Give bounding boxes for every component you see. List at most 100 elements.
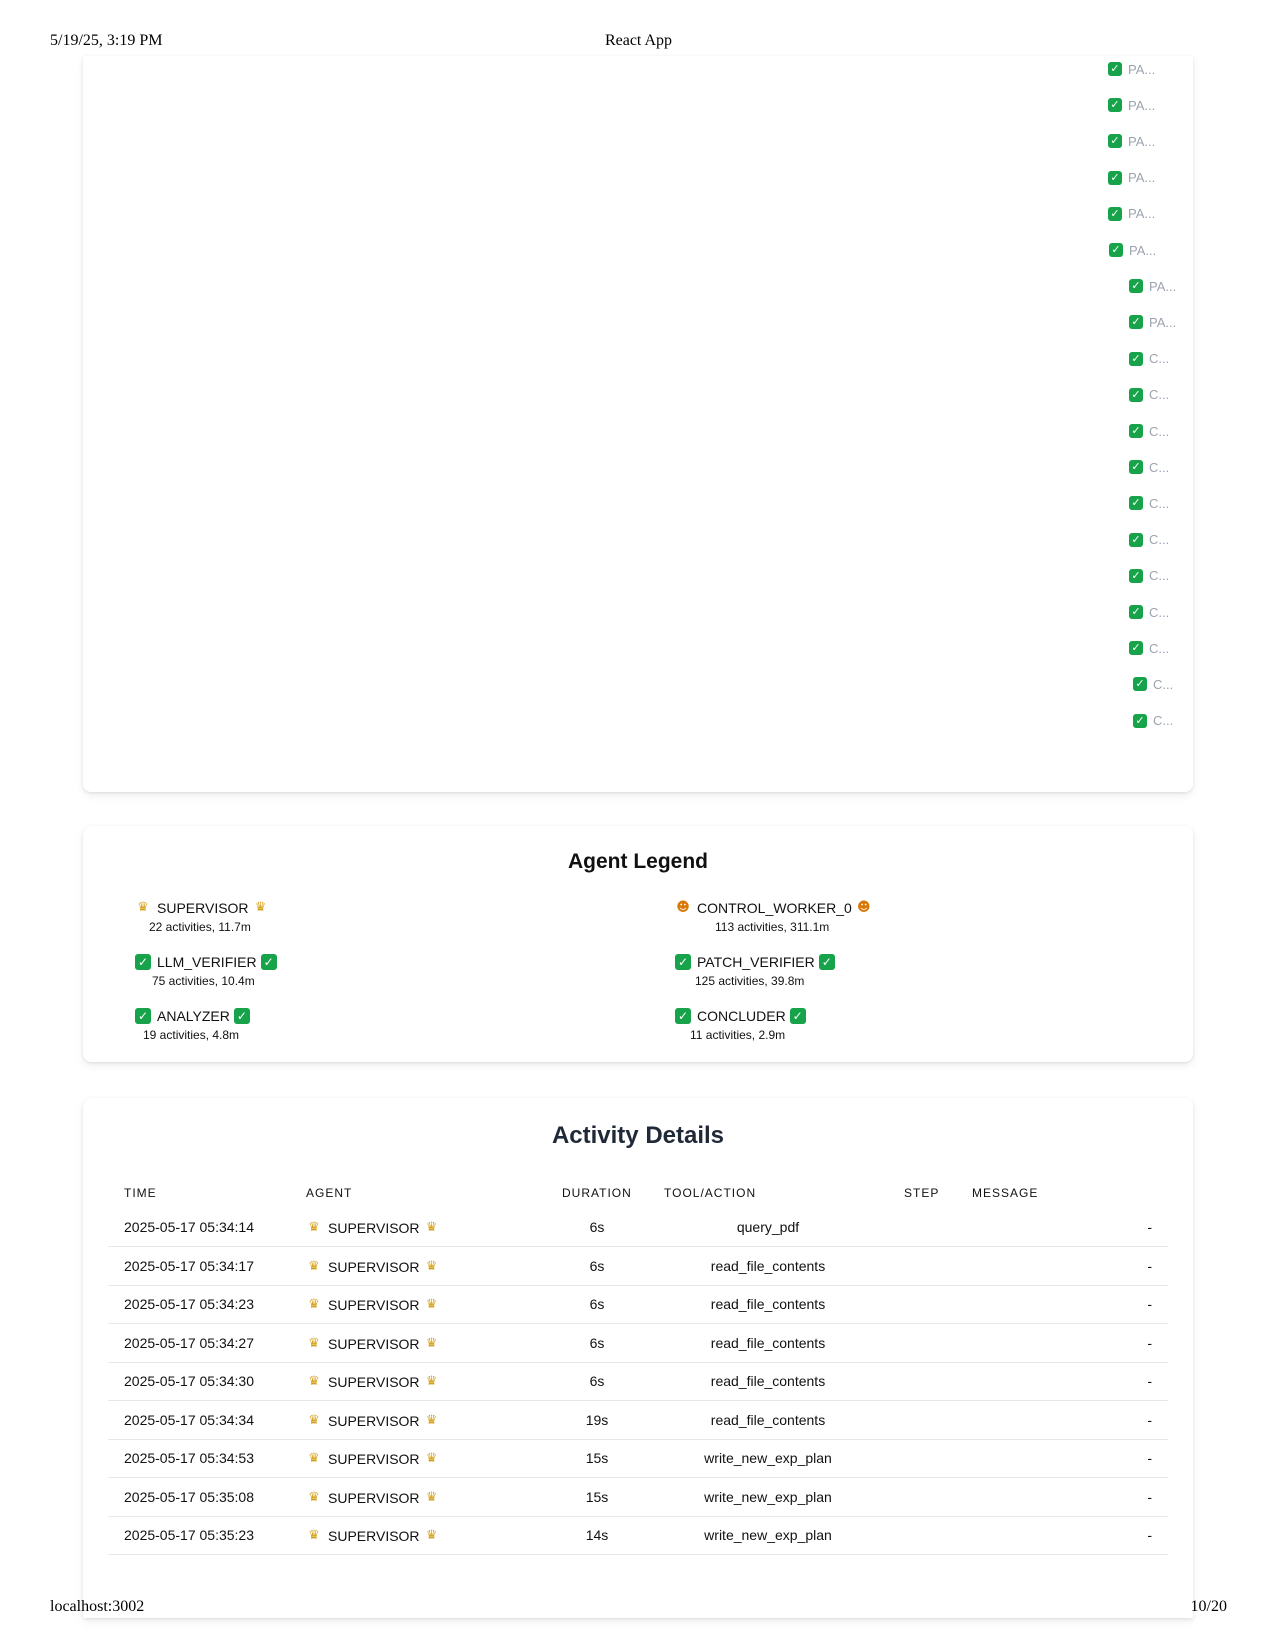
cell-step	[888, 1323, 956, 1363]
legend-agent-name: ANALYZER	[157, 1008, 230, 1024]
check-icon: ✓	[1108, 62, 1122, 76]
legend-agent-summary: 113 activities, 311.1m	[715, 920, 830, 934]
column-header-agent: AGENT	[306, 1186, 353, 1200]
table-row[interactable]: 2025-05-17 05:35:08 ♛ SUPERVISOR ♛ 15s write_…	[108, 1477, 1168, 1517]
timeline-bar-label: ✓ PA...	[1108, 169, 1155, 187]
crown-icon: ♛	[425, 1258, 438, 1274]
check-icon: ✓	[1129, 641, 1143, 656]
cell-message: -	[956, 1400, 1168, 1440]
legend-agent-summary: 19 activities, 4.8m	[143, 1028, 240, 1042]
cell-step	[888, 1362, 956, 1401]
agent-name: SUPERVISOR	[328, 1412, 420, 1429]
cell-duration: 6s	[546, 1323, 648, 1363]
cell-message: -	[956, 1362, 1168, 1401]
timeline-label-text: C...	[1153, 676, 1174, 692]
timeline-label-text: C...	[1149, 423, 1170, 439]
table-header-row: TIME AGENT DURATION TOOL/ACTION STEP MES…	[108, 1178, 1168, 1208]
cell-agent: ♛ SUPERVISOR ♛	[290, 1400, 546, 1440]
table-row[interactable]: 2025-05-17 05:34:23 ♛ SUPERVISOR ♛ 6s read_fi…	[108, 1285, 1168, 1324]
check-icon: ✓	[135, 1008, 151, 1024]
cell-message: -	[956, 1439, 1168, 1478]
cell-time: 2025-05-17 05:35:08	[108, 1477, 290, 1517]
cell-step	[888, 1208, 956, 1247]
agent-name: SUPERVISOR	[328, 1220, 420, 1236]
timeline-bar-label: ✓ PA...	[1108, 205, 1155, 223]
activity-table-body: 2025-05-17 05:34:14 ♛ SUPERVISOR ♛ 6s query_p…	[108, 1208, 1168, 1555]
agent-badge: ♛ SUPERVISOR ♛	[306, 1451, 440, 1467]
agent-badge: ♛ SUPERVISOR ♛	[306, 1528, 440, 1544]
crown-icon: ♛	[425, 1220, 438, 1235]
table-row[interactable]: 2025-05-17 05:34:27 ♛ SUPERVISOR ♛ 6s read_fi…	[108, 1323, 1168, 1363]
agent-badge: ♛ SUPERVISOR ♛	[306, 1259, 440, 1275]
check-icon: ✓	[233, 1008, 250, 1024]
timeline-label-text: PA...	[1128, 61, 1156, 77]
cell-step	[888, 1285, 956, 1324]
cell-duration: 6s	[546, 1208, 648, 1247]
agent-name: SUPERVISOR	[328, 1451, 420, 1468]
cell-tool: read_file_contents	[648, 1285, 888, 1324]
cell-step	[888, 1439, 956, 1478]
table-row[interactable]: 2025-05-17 05:34:53 ♛ SUPERVISOR ♛ 15s write_…	[108, 1439, 1168, 1478]
timeline-bar-label: ✓ C...	[1129, 639, 1169, 657]
timeline-bar-label: ✓ C...	[1129, 386, 1169, 404]
timeline-bar-label: ✓ PA...	[1129, 277, 1176, 295]
cell-tool: query_pdf	[648, 1208, 888, 1247]
timeline-label-text: C...	[1149, 459, 1170, 475]
column-header-message: MESSAGE	[972, 1186, 1039, 1200]
cell-message: -	[956, 1323, 1168, 1363]
check-icon: ✓	[1108, 170, 1122, 185]
legend-agent-name: CONCLUDER	[697, 1008, 786, 1024]
cell-agent: ♛ SUPERVISOR ♛	[290, 1516, 546, 1555]
table-row[interactable]: 2025-05-17 05:34:14 ♛ SUPERVISOR ♛ 6s query_p…	[108, 1208, 1168, 1247]
check-icon: ✓	[1133, 713, 1147, 728]
cell-duration: 15s	[546, 1477, 648, 1517]
cell-step	[888, 1400, 956, 1440]
print-url: localhost:3002	[50, 1598, 145, 1615]
activity-table: TIME AGENT DURATION TOOL/ACTION STEP MES…	[108, 1178, 1168, 1555]
timeline-bar-label: ✓ C...	[1129, 531, 1169, 549]
crown-icon: ♛	[425, 1297, 438, 1313]
check-icon: ✓	[1129, 387, 1143, 402]
legend-item-patch-verifier: ✓ PATCH_VERIFIER ✓ 125 activities, 39.8m	[675, 952, 975, 988]
agent-badge: ♛ SUPERVISOR ♛	[306, 1413, 440, 1429]
agent-name: SUPERVISOR	[328, 1258, 420, 1275]
activity-details-card: Activity Details TIME AGENT DURATION TOO…	[83, 1098, 1193, 1618]
cell-tool: read_file_contents	[648, 1246, 888, 1286]
column-header-time: TIME	[124, 1186, 157, 1200]
table-row[interactable]: 2025-05-17 05:34:30 ♛ SUPERVISOR ♛ 6s read_fi…	[108, 1362, 1168, 1401]
check-icon: ✓	[675, 954, 691, 970]
timeline-label-text: PA...	[1129, 242, 1157, 258]
timeline-bar-label: ✓ PA...	[1109, 241, 1156, 259]
check-icon: ✓	[1129, 351, 1143, 366]
print-footer: localhost:3002 10/20	[50, 1598, 1227, 1618]
table-row[interactable]: 2025-05-17 05:35:23 ♛ SUPERVISOR ♛ 14s write_…	[108, 1516, 1168, 1555]
agent-name: SUPERVISOR	[328, 1335, 420, 1352]
cell-agent: ♛ SUPERVISOR ♛	[290, 1246, 546, 1286]
check-icon: ✓	[1129, 568, 1143, 583]
crown-icon: ♛	[254, 900, 267, 915]
cell-agent: ♛ SUPERVISOR ♛	[290, 1323, 546, 1363]
timeline-label-text: PA...	[1128, 133, 1156, 149]
timeline-label-text: C...	[1149, 387, 1170, 403]
crown-icon: ♛	[308, 1258, 320, 1274]
cell-step	[888, 1246, 956, 1286]
cell-agent: ♛ SUPERVISOR ♛	[290, 1439, 546, 1478]
crown-icon: ♛	[137, 900, 149, 915]
timeline-bar-label: ✓ C...	[1133, 712, 1173, 730]
cell-message: -	[956, 1477, 1168, 1517]
timeline-bar-label: ✓ C...	[1129, 494, 1169, 512]
cell-message: -	[956, 1516, 1168, 1555]
table-row[interactable]: 2025-05-17 05:34:34 ♛ SUPERVISOR ♛ 19s read_f…	[108, 1400, 1168, 1440]
cell-message: -	[956, 1285, 1168, 1324]
cell-time: 2025-05-17 05:35:23	[108, 1516, 290, 1555]
check-icon: ✓	[1129, 424, 1143, 438]
cell-message: -	[956, 1246, 1168, 1286]
column-header-step: STEP	[904, 1186, 940, 1200]
check-icon: ✓	[789, 1008, 806, 1024]
timeline-bar-label: ✓ C...	[1129, 458, 1169, 476]
timeline-label-text: C...	[1149, 640, 1170, 656]
table-row[interactable]: 2025-05-17 05:34:17 ♛ SUPERVISOR ♛ 6s read_fi…	[108, 1246, 1168, 1286]
cell-duration: 6s	[546, 1246, 648, 1286]
check-icon: ✓	[1109, 243, 1123, 257]
timeline-bar-label: ✓ C...	[1133, 675, 1173, 693]
